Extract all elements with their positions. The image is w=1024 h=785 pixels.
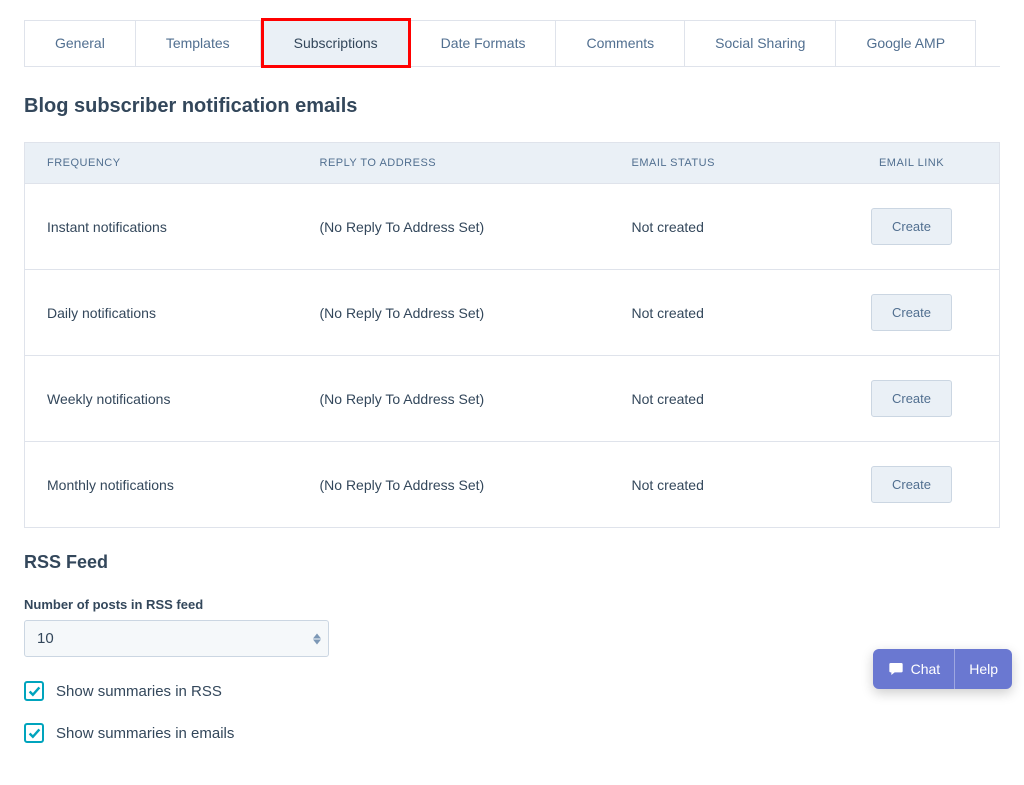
cell-frequency: Instant notifications — [25, 184, 298, 270]
posts-count-label: Number of posts in RSS feed — [24, 597, 1000, 612]
check-icon — [28, 685, 41, 698]
tab-subscriptions[interactable]: Subscriptions — [261, 18, 411, 68]
table-row: Weekly notifications (No Reply To Addres… — [25, 356, 1000, 442]
tab-general[interactable]: General — [24, 20, 136, 66]
create-button[interactable]: Create — [871, 208, 952, 245]
chat-bubble-icon — [887, 661, 905, 677]
cell-reply: (No Reply To Address Set) — [298, 270, 610, 356]
rss-title: RSS Feed — [24, 552, 1000, 573]
posts-count-stepper[interactable] — [313, 633, 321, 644]
show-summaries-emails-row: Show summaries in emails — [24, 723, 1000, 743]
help-label: Help — [969, 661, 998, 677]
chat-label: Chat — [911, 661, 941, 677]
cell-frequency: Daily notifications — [25, 270, 298, 356]
tabs-bar: General Templates Subscriptions Date For… — [24, 20, 1000, 67]
cell-frequency: Monthly notifications — [25, 442, 298, 528]
posts-count-input[interactable] — [24, 620, 329, 657]
help-button[interactable]: Help — [954, 649, 1012, 689]
posts-count-field — [24, 620, 329, 657]
cell-reply: (No Reply To Address Set) — [298, 442, 610, 528]
cell-reply: (No Reply To Address Set) — [298, 356, 610, 442]
table-row: Monthly notifications (No Reply To Addre… — [25, 442, 1000, 528]
chat-button[interactable]: Chat — [873, 649, 955, 689]
chevron-up-icon[interactable] — [313, 633, 321, 638]
create-button[interactable]: Create — [871, 380, 952, 417]
tab-google-amp[interactable]: Google AMP — [836, 20, 976, 66]
table-row: Daily notifications (No Reply To Address… — [25, 270, 1000, 356]
tab-date-formats[interactable]: Date Formats — [411, 20, 557, 66]
tab-templates[interactable]: Templates — [136, 20, 261, 66]
cell-reply: (No Reply To Address Set) — [298, 184, 610, 270]
col-header-reply: REPLY TO ADDRESS — [298, 143, 610, 184]
show-summaries-rss-label: Show summaries in RSS — [56, 683, 222, 700]
show-summaries-rss-row: Show summaries in RSS — [24, 681, 1000, 701]
cell-status: Not created — [610, 184, 825, 270]
create-button[interactable]: Create — [871, 294, 952, 331]
create-button[interactable]: Create — [871, 466, 952, 503]
table-row: Instant notifications (No Reply To Addre… — [25, 184, 1000, 270]
check-icon — [28, 727, 41, 740]
chat-help-widget: Chat Help — [873, 649, 1012, 689]
cell-frequency: Weekly notifications — [25, 356, 298, 442]
show-summaries-rss-checkbox[interactable] — [24, 681, 44, 701]
cell-status: Not created — [610, 442, 825, 528]
chevron-down-icon[interactable] — [313, 639, 321, 644]
col-header-link: EMAIL LINK — [824, 143, 1000, 184]
cell-status: Not created — [610, 270, 825, 356]
tab-social-sharing[interactable]: Social Sharing — [685, 20, 836, 66]
show-summaries-emails-label: Show summaries in emails — [56, 725, 234, 742]
show-summaries-emails-checkbox[interactable] — [24, 723, 44, 743]
cell-status: Not created — [610, 356, 825, 442]
tab-comments[interactable]: Comments — [556, 20, 685, 66]
col-header-frequency: FREQUENCY — [25, 143, 298, 184]
page-title: Blog subscriber notification emails — [24, 95, 1000, 118]
col-header-status: EMAIL STATUS — [610, 143, 825, 184]
notifications-table: FREQUENCY REPLY TO ADDRESS EMAIL STATUS … — [24, 142, 1000, 528]
